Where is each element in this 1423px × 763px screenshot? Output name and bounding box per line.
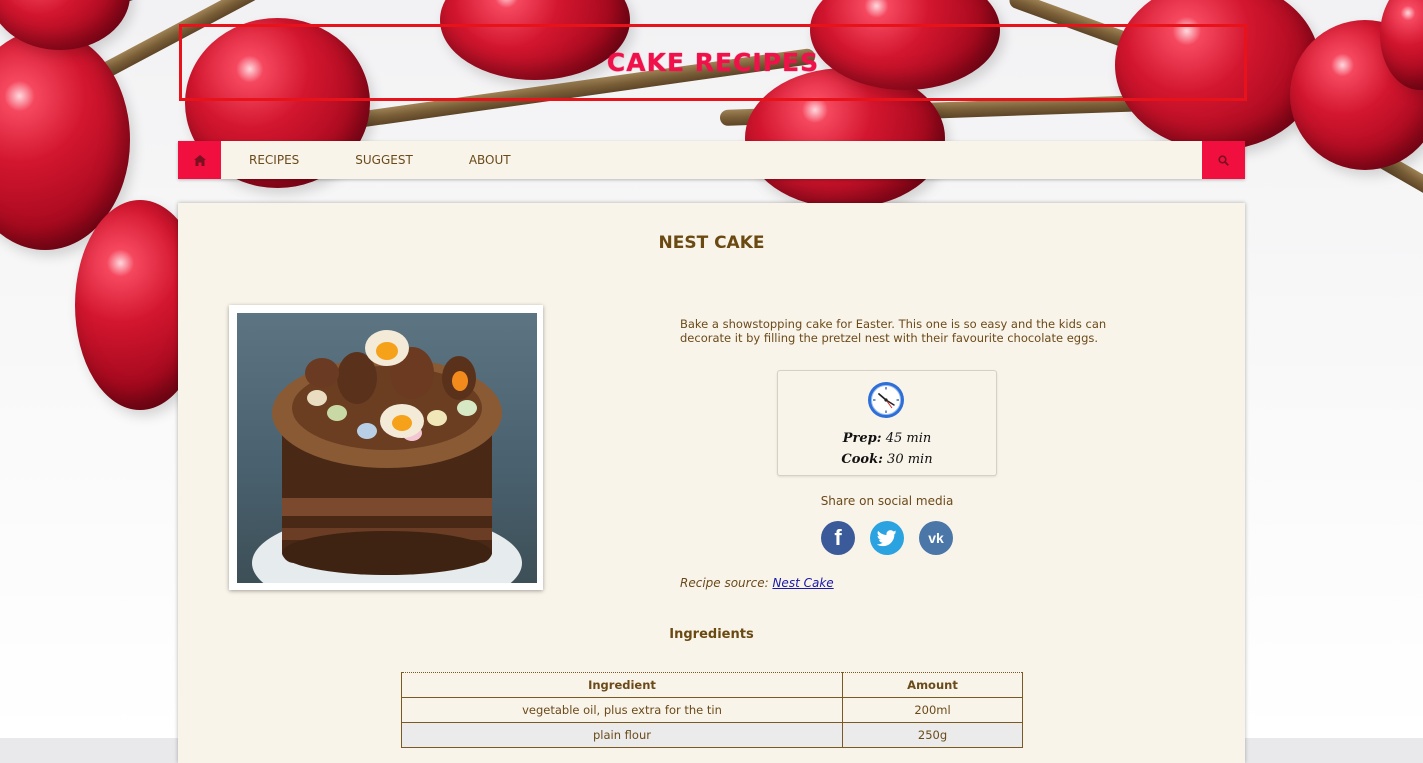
ingredient-cell: vegetable oil, plus extra for the tin — [401, 697, 843, 723]
recipe-description: Bake a showstopping cake for Easter. Thi… — [680, 317, 1107, 345]
cook-time: Cook: 30 min — [778, 452, 996, 467]
recipe-source: Recipe source: Nest Cake — [680, 576, 834, 590]
vk-share-button[interactable]: vk — [919, 521, 953, 555]
nav-item-about[interactable]: ABOUT — [441, 153, 539, 167]
vk-icon: vk — [928, 530, 944, 546]
search-button[interactable] — [1202, 141, 1245, 179]
amount-cell: 200ml — [842, 697, 1023, 723]
nav-item-suggest[interactable]: SUGGEST — [327, 153, 441, 167]
site-header: CAKE RECIPES — [179, 24, 1247, 101]
amount-cell: 250g — [842, 722, 1023, 748]
home-icon — [193, 154, 206, 166]
facebook-icon: f — [834, 525, 842, 550]
share-label: Share on social media — [820, 494, 954, 508]
prep-time: Prep: 45 min — [778, 431, 996, 446]
recipe-card: NEST CAKE Bake a showstopping cake for E… — [178, 203, 1245, 763]
source-prefix: Recipe source: — [680, 576, 769, 590]
table-row: plain flour 250g — [401, 722, 1023, 748]
ingredients-title: Ingredients — [669, 627, 754, 642]
cook-value: 30 min — [887, 452, 933, 467]
ingredients-table: Ingredient Amount vegetable oil, plus ex… — [401, 672, 1023, 748]
facebook-share-button[interactable]: f — [821, 521, 855, 555]
home-button[interactable] — [178, 141, 221, 179]
search-icon — [1218, 154, 1229, 166]
column-header-amount: Amount — [842, 672, 1023, 698]
twitter-icon — [877, 529, 897, 546]
clock-icon — [868, 382, 904, 418]
prep-label: Prep: — [842, 431, 882, 446]
table-row: vegetable oil, plus extra for the tin 20… — [401, 697, 1023, 723]
nav-item-recipes[interactable]: RECIPES — [221, 153, 327, 167]
cook-label: Cook: — [841, 452, 883, 467]
recipe-title: NEST CAKE — [658, 233, 765, 253]
prep-value: 45 min — [885, 431, 932, 446]
twitter-share-button[interactable] — [870, 521, 904, 555]
table-header-row: Ingredient Amount — [401, 672, 1023, 698]
ingredient-cell: plain flour — [401, 722, 843, 748]
time-box: Prep: 45 min Cook: 30 min — [777, 370, 997, 476]
column-header-ingredient: Ingredient — [401, 672, 843, 698]
recipe-photo — [237, 313, 537, 583]
recipe-photo-frame — [229, 305, 543, 590]
site-title[interactable]: CAKE RECIPES — [607, 48, 819, 77]
source-link[interactable]: Nest Cake — [772, 576, 833, 590]
navbar: RECIPES SUGGEST ABOUT — [178, 141, 1245, 179]
